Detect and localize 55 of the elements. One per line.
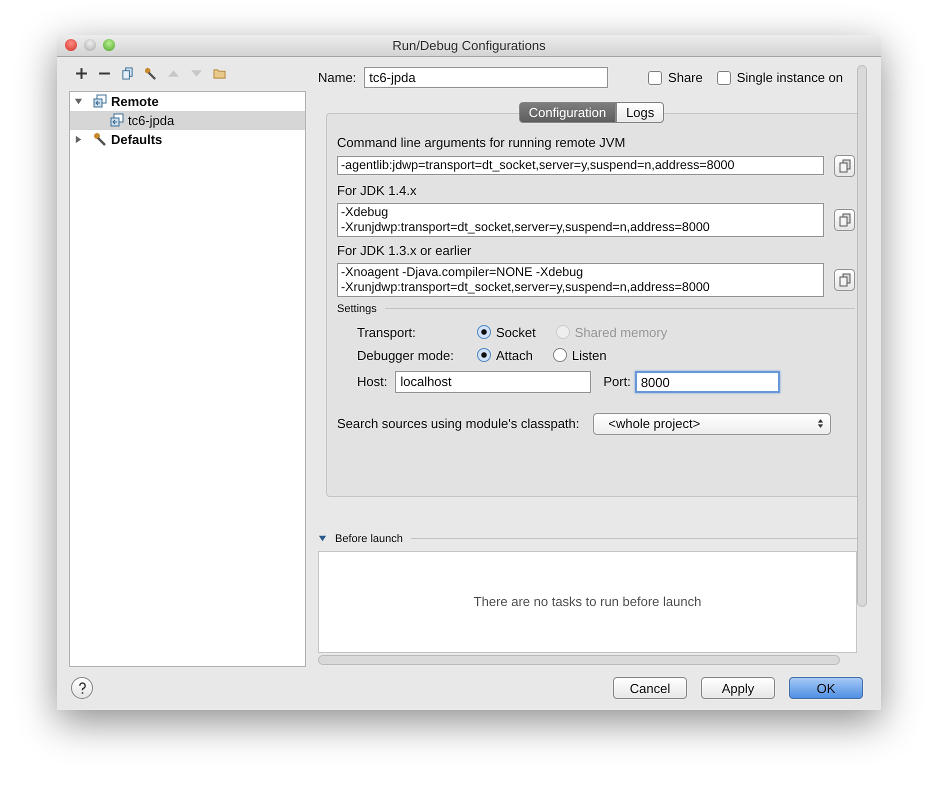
- empty-list-text: There are no tasks to run before launch: [474, 594, 702, 610]
- question-mark-icon: [78, 682, 86, 695]
- folder-icon[interactable]: [213, 67, 226, 80]
- argument-label: Command line arguments for running remote JVM: [337, 134, 626, 150]
- argument-field[interactable]: -Xnoagent -Djava.compiler=NONE -Xdebug -Xrunjdwp:transport=dt_socket,server=y,suspend=n,address=8000: [337, 262, 824, 297]
- name-field[interactable]: tc6-jpda: [364, 67, 608, 88]
- option-checkbox[interactable]: Single instance on: [716, 70, 843, 86]
- disclosure-triangle-icon[interactable]: [74, 96, 83, 106]
- wrench-icon[interactable]: [144, 67, 157, 80]
- add-icon[interactable]: [75, 67, 88, 80]
- host-field[interactable]: localhost: [395, 370, 592, 393]
- setting-label: Debugger mode:: [357, 348, 455, 363]
- remote-icon: [93, 94, 107, 108]
- vertical-scrollbar[interactable]: [857, 64, 867, 607]
- copy-icon[interactable]: [121, 67, 134, 80]
- option-checkbox[interactable]: Share: [648, 70, 703, 86]
- copy-button[interactable]: [834, 268, 855, 291]
- tree-item[interactable]: tc6-jpda: [70, 110, 305, 130]
- close-button[interactable]: [65, 39, 77, 51]
- port-label: Port:: [603, 374, 631, 390]
- name-label: Name:: [318, 70, 356, 86]
- tree-item[interactable]: Remote: [70, 92, 305, 111]
- argument-field[interactable]: -Xdebug -Xrunjdwp:transport=dt_socket,server=y,suspend=n,address=8000: [337, 202, 824, 237]
- host-label: Host:: [357, 374, 388, 390]
- classpath-dropdown[interactable]: <whole project>: [593, 412, 832, 435]
- dialog-button[interactable]: Cancel: [613, 677, 687, 700]
- copy-icon: [838, 272, 850, 287]
- radio-option[interactable]: Attach: [477, 348, 533, 363]
- dialog-button[interactable]: OK: [789, 677, 863, 700]
- tab[interactable]: Configuration: [518, 102, 616, 123]
- tab[interactable]: Logs: [616, 102, 664, 123]
- disclosure-triangle-icon[interactable]: [318, 534, 327, 544]
- up-down-arrows-icon: [817, 418, 824, 430]
- radio-option[interactable]: Socket: [477, 324, 536, 340]
- copy-button[interactable]: [834, 208, 855, 231]
- dialog-button[interactable]: Apply: [701, 677, 775, 700]
- setting-label: Transport:: [357, 324, 417, 340]
- port-field[interactable]: 8000: [634, 370, 780, 393]
- argument-label: For JDK 1.4.x: [337, 182, 418, 198]
- before-launch-heading: Before launch: [335, 532, 403, 545]
- remote-icon: [110, 113, 124, 128]
- settings-heading: Settings: [337, 302, 377, 315]
- copy-icon: [838, 212, 850, 227]
- horizontal-scrollbar[interactable]: [318, 654, 840, 665]
- help-button[interactable]: [71, 677, 93, 700]
- argument-field[interactable]: -agentlib:jdwp=transport=dt_socket,server=y,suspend=n,address=8000: [337, 156, 824, 176]
- window-title: Run/Debug Configurations: [392, 38, 546, 53]
- disclosure-triangle-icon[interactable]: [74, 134, 83, 144]
- copy-button[interactable]: [834, 154, 855, 177]
- copy-icon: [838, 158, 850, 173]
- radio-option[interactable]: Listen: [552, 348, 607, 363]
- wrench-icon: [93, 132, 107, 146]
- tree-item[interactable]: Defaults: [70, 130, 305, 149]
- classpath-label: Search sources using module's classpath:: [337, 416, 580, 432]
- argument-label: For JDK 1.3.x or earlier: [337, 242, 472, 258]
